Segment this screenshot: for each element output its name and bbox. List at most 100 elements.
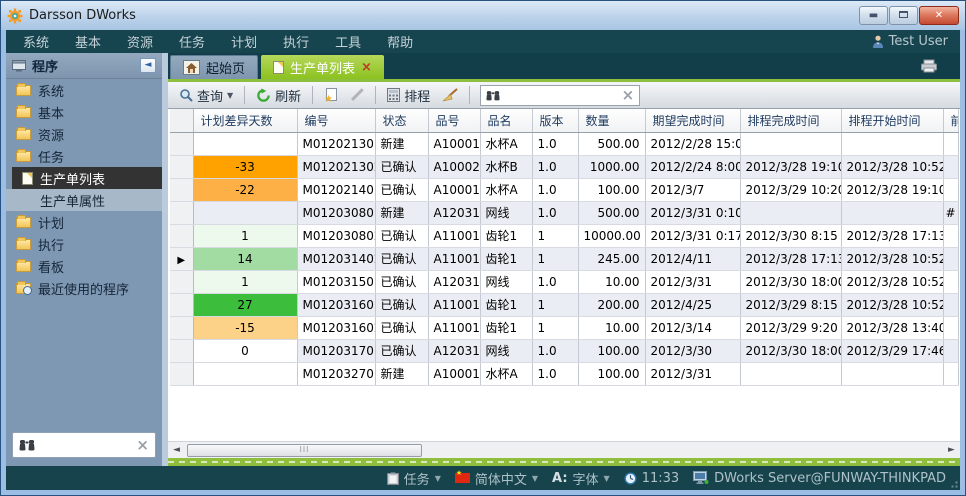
row-selector[interactable]: ▶: [170, 247, 193, 270]
sidebar-item-8[interactable]: 看板: [6, 255, 162, 277]
cell[interactable]: 1.0: [532, 201, 578, 224]
sidebar-item-4[interactable]: 生产单列表: [12, 167, 162, 189]
row-selector[interactable]: [170, 201, 193, 224]
cell[interactable]: M012021302: [297, 155, 375, 178]
column-header-5[interactable]: 版本: [532, 109, 578, 132]
cell[interactable]: M012030801: [297, 201, 375, 224]
column-header-9[interactable]: 排程开始时间: [841, 109, 943, 132]
sidebar-item-9[interactable]: 最近使用的程序: [6, 277, 162, 299]
cell[interactable]: 2012/2/24 8:00: [645, 155, 740, 178]
table-row[interactable]: M012021301新建A10001水杯A1.0500.002012/2/28 …: [170, 132, 958, 155]
sidebar-item-1[interactable]: 基本: [6, 101, 162, 123]
cell[interactable]: [943, 362, 958, 385]
column-header-4[interactable]: 品名: [480, 109, 532, 132]
sidebar-item-7[interactable]: 执行: [6, 233, 162, 255]
cell[interactable]: [841, 201, 943, 224]
cell[interactable]: 1: [532, 224, 578, 247]
cell[interactable]: M012030802: [297, 224, 375, 247]
cell[interactable]: M012032701: [297, 362, 375, 385]
cell[interactable]: 网线: [480, 339, 532, 362]
menu-item-1[interactable]: 基本: [62, 36, 114, 51]
cell[interactable]: [943, 224, 958, 247]
column-header-0[interactable]: 计划差异天数: [193, 109, 297, 132]
cell[interactable]: 2012/3/28 10:52: [841, 270, 943, 293]
sidebar-item-0[interactable]: 系统: [6, 79, 162, 101]
cell[interactable]: 2012/3/30 8:15: [740, 224, 841, 247]
schedule-button[interactable]: 排程: [384, 84, 433, 107]
cell[interactable]: A11001: [428, 224, 480, 247]
cell[interactable]: A10001: [428, 178, 480, 201]
cell[interactable]: 1000.00: [578, 155, 645, 178]
font-dropdown-icon[interactable]: ▼: [604, 474, 610, 483]
horizontal-scrollbar[interactable]: ◄ ►: [168, 441, 960, 458]
cell[interactable]: [740, 132, 841, 155]
sidebar-search-clear-icon[interactable]: ×: [136, 438, 149, 453]
cell[interactable]: 2012/3/31: [645, 362, 740, 385]
cell[interactable]: [193, 362, 297, 385]
row-selector[interactable]: [170, 339, 193, 362]
statusbar-font-menu[interactable]: A: 字体 ▼: [552, 469, 610, 488]
cell[interactable]: 2012/3/29 17:46: [841, 339, 943, 362]
column-header-10[interactable]: 前: [943, 109, 958, 132]
resize-grip-icon[interactable]: [948, 478, 958, 488]
table-row[interactable]: M012032701新建A10001水杯A1.0100.002012/3/31: [170, 362, 958, 385]
cell[interactable]: 1: [532, 316, 578, 339]
cell[interactable]: M012031601: [297, 293, 375, 316]
cell[interactable]: 1.0: [532, 178, 578, 201]
sidebar-item-5[interactable]: 生产单属性: [6, 189, 162, 211]
cell[interactable]: 2012/3/30: [645, 339, 740, 362]
cell[interactable]: A10001: [428, 362, 480, 385]
column-header-8[interactable]: 排程完成时间: [740, 109, 841, 132]
tab-close-icon[interactable]: ×: [361, 61, 372, 74]
cell[interactable]: 已确认: [375, 247, 428, 270]
clean-button[interactable]: [439, 86, 461, 104]
cell[interactable]: 2012/3/14: [645, 316, 740, 339]
close-button[interactable]: ✕: [919, 6, 959, 25]
cell[interactable]: 已确认: [375, 224, 428, 247]
tab-1[interactable]: 生产单列表×: [261, 55, 384, 79]
refresh-button[interactable]: 刷新: [253, 84, 304, 107]
cell[interactable]: M012031701: [297, 339, 375, 362]
cell[interactable]: 2012/3/29 9:20: [740, 316, 841, 339]
table-row[interactable]: 1M012030802已确认A11001齿轮1110000.002012/3/3…: [170, 224, 958, 247]
cell[interactable]: 水杯A: [480, 362, 532, 385]
cell[interactable]: 1.0: [532, 132, 578, 155]
cell[interactable]: 1.0: [532, 362, 578, 385]
table-row[interactable]: 27M012031601已确认A11001齿轮11200.002012/4/25…: [170, 293, 958, 316]
menu-item-2[interactable]: 资源: [114, 36, 166, 51]
cell[interactable]: [740, 362, 841, 385]
row-selector[interactable]: [170, 316, 193, 339]
cell[interactable]: 水杯B: [480, 155, 532, 178]
grid-search-input[interactable]: ×: [480, 85, 640, 106]
logged-in-user[interactable]: Test User: [872, 34, 956, 49]
cell[interactable]: 100.00: [578, 362, 645, 385]
cell[interactable]: [193, 201, 297, 224]
column-header-6[interactable]: 数量: [578, 109, 645, 132]
cell[interactable]: 1: [193, 224, 297, 247]
row-selector[interactable]: [170, 155, 193, 178]
cell[interactable]: 1.0: [532, 339, 578, 362]
cell[interactable]: [841, 362, 943, 385]
cell[interactable]: [943, 132, 958, 155]
cell[interactable]: 新建: [375, 362, 428, 385]
cell[interactable]: [193, 132, 297, 155]
cell[interactable]: A10001: [428, 132, 480, 155]
cell[interactable]: 齿轮1: [480, 224, 532, 247]
cell[interactable]: 2012/3/28 17:13: [740, 247, 841, 270]
cell[interactable]: 2012/3/29 10:20: [740, 178, 841, 201]
cell[interactable]: 27: [193, 293, 297, 316]
menu-item-7[interactable]: 帮助: [374, 36, 426, 51]
row-selector[interactable]: [170, 224, 193, 247]
cell[interactable]: 齿轮1: [480, 247, 532, 270]
sidebar-item-3[interactable]: 任务: [6, 145, 162, 167]
sidebar-collapse-button[interactable]: ◄: [140, 58, 156, 73]
minimize-button[interactable]: ▬: [859, 6, 888, 25]
cell[interactable]: 已确认: [375, 339, 428, 362]
maximize-button[interactable]: [889, 6, 918, 25]
cell[interactable]: 2012/3/28 13:40: [841, 316, 943, 339]
cell[interactable]: 2012/4/25: [645, 293, 740, 316]
column-header-3[interactable]: 品号: [428, 109, 480, 132]
cell[interactable]: 2012/3/28 10:52: [841, 155, 943, 178]
cell[interactable]: 2012/3/28 17:13: [841, 224, 943, 247]
new-button[interactable]: ★: [321, 86, 341, 105]
